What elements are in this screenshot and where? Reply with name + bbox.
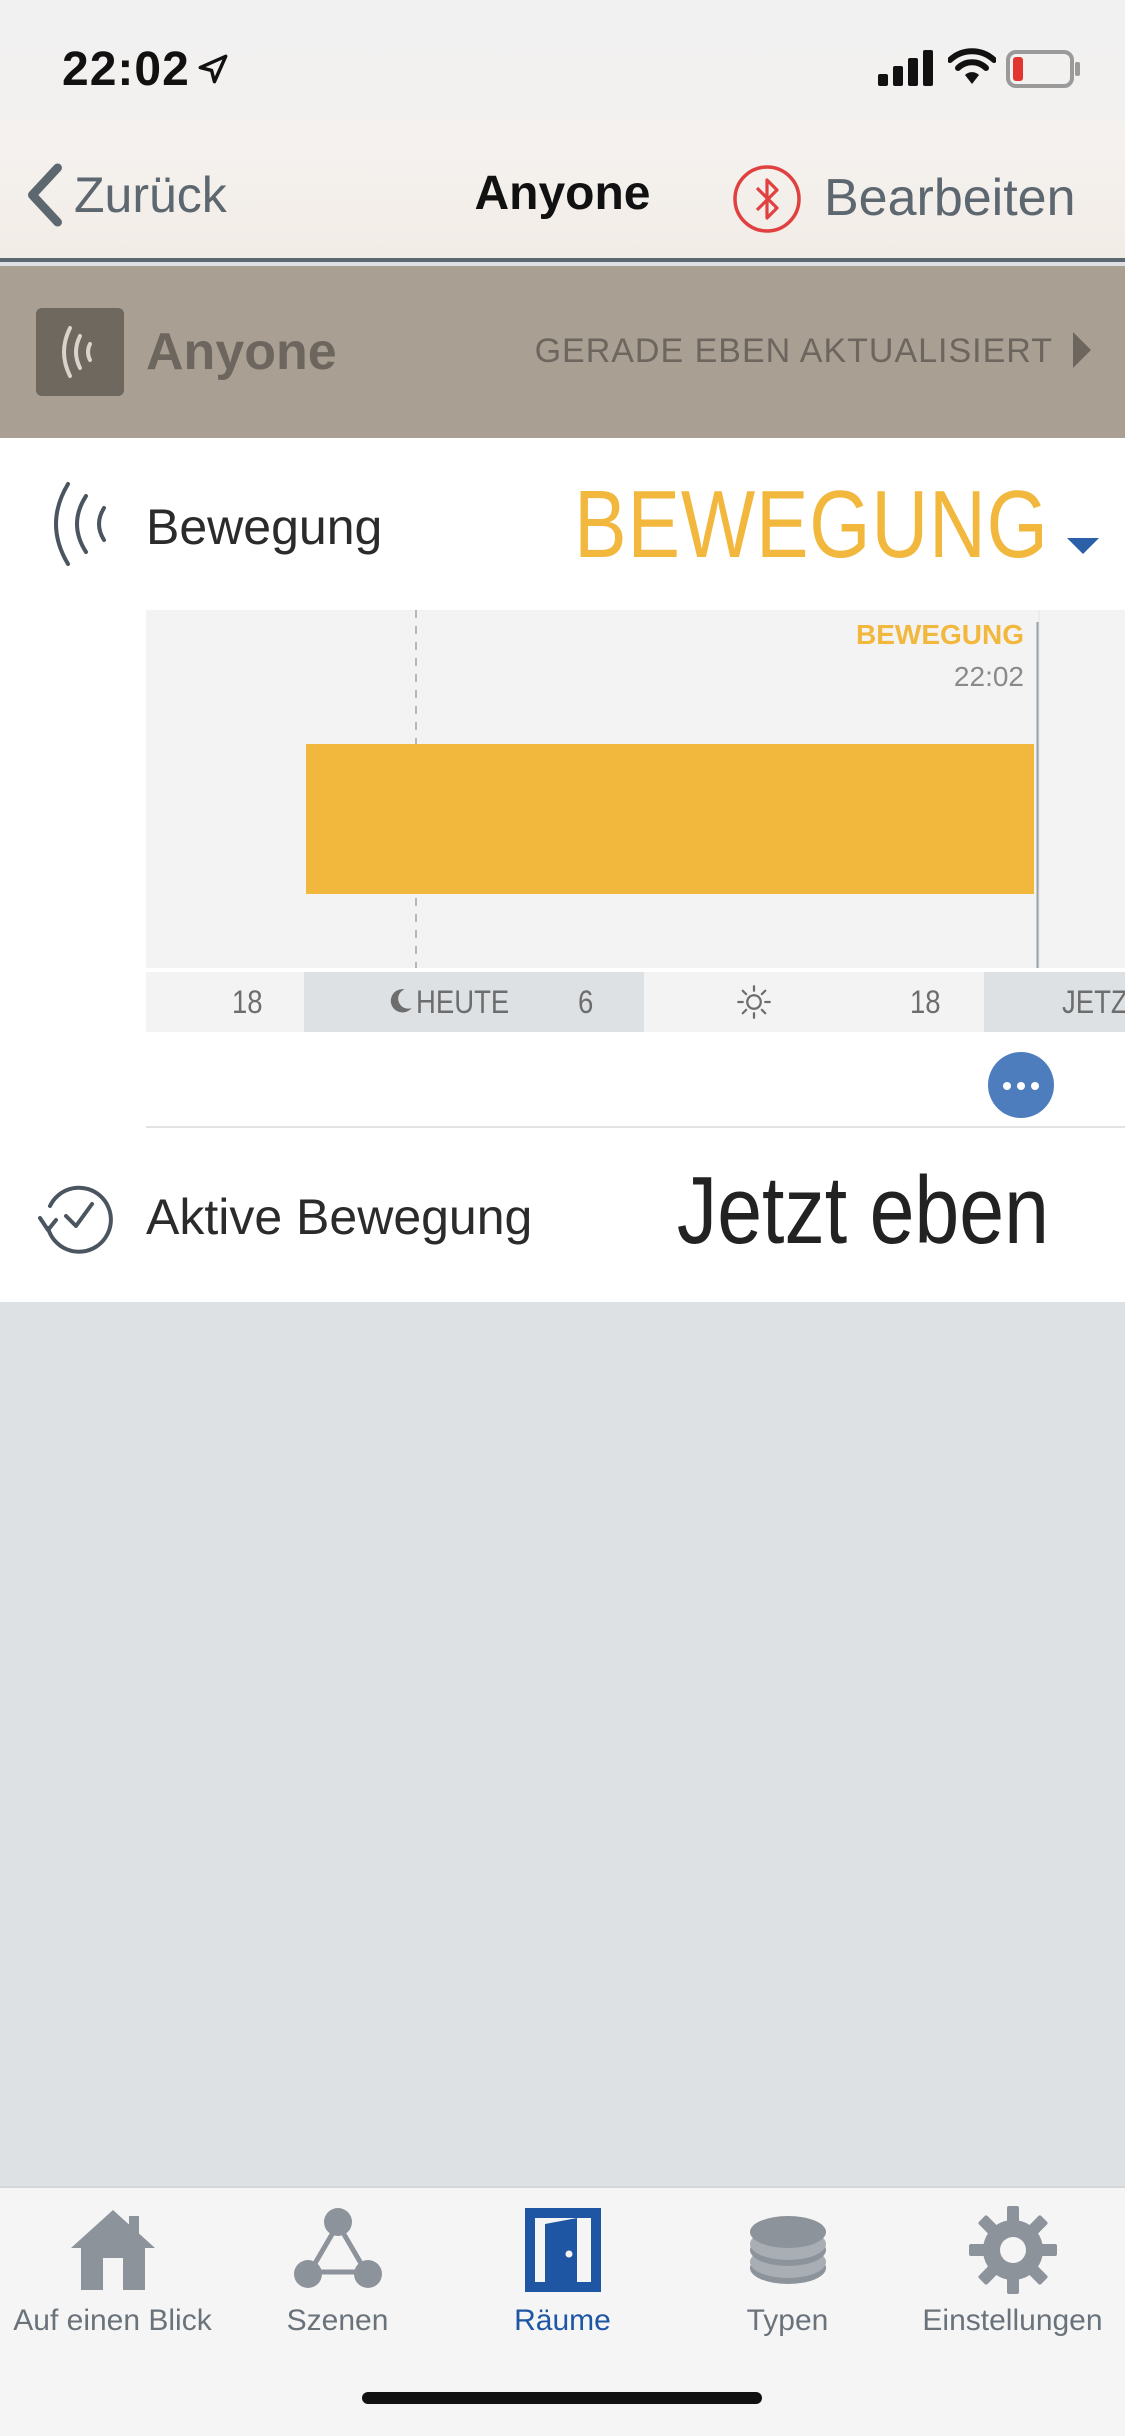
- tab-scenes[interactable]: Szenen: [225, 2202, 450, 2342]
- tab-label: Typen: [746, 2304, 829, 2337]
- clock-history-icon: [38, 1185, 113, 1254]
- wifi-icon: [948, 48, 996, 84]
- location-arrow-icon: [198, 54, 228, 84]
- more-dot: [1031, 1082, 1039, 1090]
- motion-chart[interactable]: BEWEGUNG 22:02: [146, 610, 1125, 968]
- axis-tick-label: 6: [578, 984, 594, 1020]
- axis-tick-label: 18: [232, 984, 263, 1020]
- motion-state-value[interactable]: BEWEGUNG: [574, 470, 1049, 580]
- more-dot: [1017, 1082, 1025, 1090]
- tab-label: Einstellungen: [922, 2304, 1103, 2337]
- tab-label: Szenen: [286, 2304, 389, 2337]
- navigation-bar: 22:02 Zurück Anyone Bearbeiten: [0, 0, 1125, 262]
- cellular-signal-icon: [878, 50, 933, 86]
- device-header[interactable]: Anyone GERADE EBEN AKTUALISIERT: [0, 266, 1125, 438]
- motion-label: Bewegung: [146, 499, 383, 555]
- motion-sensor-icon: [62, 326, 92, 378]
- caret-down-icon[interactable]: [1065, 534, 1101, 558]
- axis-now-label: JETZT: [1062, 984, 1125, 1020]
- tab-label: Räume: [514, 2304, 611, 2337]
- gear-icon: [968, 2206, 1057, 2294]
- chevron-right-icon: [1073, 332, 1091, 368]
- divider: [146, 1126, 1125, 1128]
- home-icon: [70, 2210, 155, 2290]
- moon-icon: [390, 989, 412, 1013]
- tab-settings[interactable]: Einstellungen: [900, 2202, 1125, 2342]
- axis-tick-label: 18: [910, 984, 941, 1020]
- status-time: 22:02: [62, 43, 190, 96]
- device-updated-status: GERADE EBEN AKTUALISIERT: [534, 332, 1053, 370]
- marker-time-label: 22:02: [954, 661, 1024, 692]
- device-name: Anyone: [146, 323, 337, 381]
- motion-icon: [54, 482, 106, 566]
- tab-types[interactable]: Typen: [675, 2202, 900, 2342]
- home-indicator[interactable]: [362, 2392, 762, 2404]
- active-motion-label: Aktive Bewegung: [146, 1189, 533, 1245]
- marker-state-label: BEWEGUNG: [856, 619, 1024, 650]
- door-icon: [524, 2208, 601, 2292]
- sun-icon: [737, 985, 771, 1019]
- tab-label: Auf einen Blick: [13, 2304, 212, 2337]
- chevron-left-icon: [27, 163, 62, 227]
- layers-icon: [749, 2216, 826, 2284]
- device-tile: [36, 308, 124, 396]
- more-dot: [1003, 1082, 1011, 1090]
- back-button[interactable]: Zurück: [22, 160, 227, 230]
- axis-today-label: HEUTE: [416, 984, 510, 1020]
- back-label: Zurück: [74, 167, 227, 223]
- chart-time-axis: 18 HEUTE 6 18 JETZT: [146, 972, 1125, 1032]
- tab-overview[interactable]: Auf einen Blick: [0, 2202, 225, 2342]
- more-options-button[interactable]: [988, 1052, 1054, 1118]
- tab-rooms[interactable]: Räume: [450, 2202, 675, 2342]
- active-motion-value: Jetzt eben: [676, 1157, 1049, 1264]
- sensor-card: Bewegung BEWEGUNG BEWEGUNG 22:02 18 HEUT…: [0, 438, 1125, 1302]
- motion-bar: [306, 744, 1034, 894]
- scenes-icon: [293, 2208, 382, 2288]
- battery-low-icon: [1006, 50, 1080, 88]
- bluetooth-icon[interactable]: [732, 164, 802, 234]
- motion-chart-plot: BEWEGUNG 22:02: [306, 610, 1040, 968]
- edit-button[interactable]: Bearbeiten: [824, 168, 1076, 228]
